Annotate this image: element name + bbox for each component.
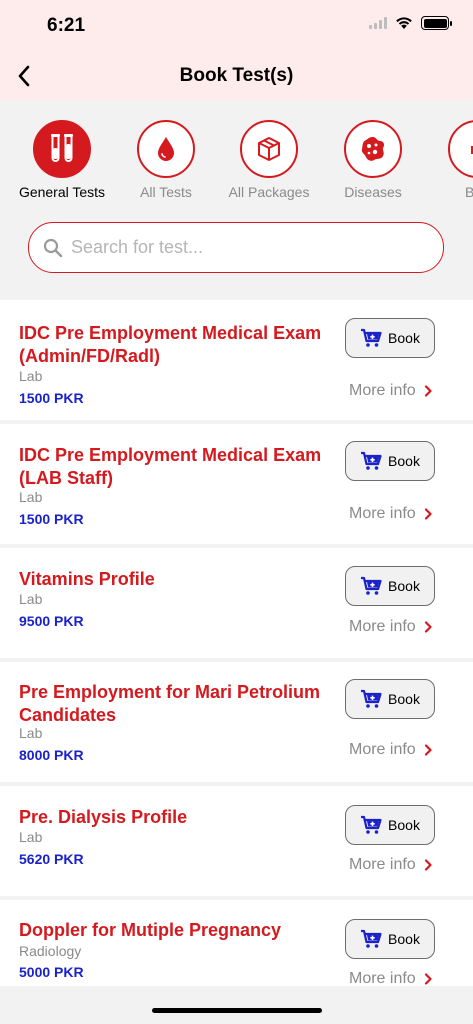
more-info-label: More info	[349, 741, 416, 758]
book-button[interactable]: Book	[345, 318, 435, 358]
chevron-right-icon	[424, 508, 432, 520]
test-card[interactable]: Pre Employment for Mari Petrolium Candid…	[0, 662, 473, 782]
category-icon-circle	[137, 120, 195, 178]
test-card[interactable]: Doppler for Mutiple Pregnancy Radiology …	[0, 900, 473, 986]
chevron-right-icon	[424, 859, 432, 871]
chevron-right-icon	[424, 385, 432, 397]
test-title: Vitamins Profile	[19, 569, 155, 589]
battery-icon	[421, 16, 452, 30]
more-info-link[interactable]: More info	[349, 382, 432, 400]
body-icon	[471, 146, 473, 154]
book-label: Book	[388, 817, 420, 833]
test-title: Pre Employment for Mari Petrolium Candid…	[19, 682, 321, 725]
cart-add-icon	[361, 929, 382, 948]
test-price: 5620 PKR	[19, 851, 84, 867]
wifi-icon	[396, 17, 412, 29]
book-button[interactable]: Book	[345, 441, 435, 481]
category-icon-circle	[240, 120, 298, 178]
test-card[interactable]: Vitamins Profile Lab 9500 PKR Book More …	[0, 548, 473, 658]
search-bar[interactable]	[28, 222, 444, 273]
category-diseases[interactable]: Diseases	[313, 120, 433, 200]
category-label: Diseases	[344, 184, 402, 200]
book-button[interactable]: Book	[345, 805, 435, 845]
test-price: 8000 PKR	[19, 747, 84, 763]
category-icon-circle	[448, 120, 473, 178]
blood-drop-icon	[158, 137, 174, 161]
test-title: Doppler for Mutiple Pregnancy	[19, 920, 282, 940]
book-button[interactable]: Book	[345, 679, 435, 719]
search-input[interactable]	[71, 237, 411, 258]
test-type: Lab	[19, 489, 43, 505]
package-box-icon	[258, 137, 280, 161]
test-title: IDC Pre Employment Medical Exam (Admin/F…	[19, 323, 322, 366]
book-button[interactable]: Book	[345, 919, 435, 959]
test-card[interactable]: IDC Pre Employment Medical Exam (Admin/F…	[0, 300, 473, 420]
status-icons	[369, 16, 452, 30]
more-info-label: More info	[349, 618, 416, 635]
page-title: Book Test(s)	[179, 65, 294, 86]
more-info-label: More info	[349, 970, 416, 986]
book-label: Book	[388, 453, 420, 469]
test-type: Lab	[19, 829, 43, 845]
more-info-label: More info	[349, 382, 416, 399]
category-label: General Tests	[18, 184, 106, 200]
category-label: All Packages	[228, 184, 310, 200]
test-type: Lab	[19, 725, 43, 741]
test-card[interactable]: Pre. Dialysis Profile Lab 5620 PKR Book …	[0, 786, 473, 896]
search-icon	[43, 238, 63, 257]
category-icon-circle	[344, 120, 402, 178]
category-general-tests[interactable]: General Tests	[2, 120, 122, 200]
cart-add-icon	[361, 328, 382, 347]
test-type: Lab	[19, 368, 43, 384]
book-label: Book	[388, 578, 420, 594]
book-label: Book	[388, 330, 420, 346]
more-info-label: More info	[349, 856, 416, 873]
category-label: All Tests	[140, 184, 192, 200]
home-indicator[interactable]	[152, 1008, 322, 1013]
test-card[interactable]: IDC Pre Employment Medical Exam (LAB Sta…	[0, 424, 473, 544]
more-info-label: More info	[349, 505, 416, 522]
test-price: 1500 PKR	[19, 511, 84, 527]
test-price: 9500 PKR	[19, 613, 84, 629]
more-info-link[interactable]: More info	[349, 970, 432, 986]
cart-add-icon	[361, 451, 382, 470]
more-info-link[interactable]: More info	[349, 856, 432, 874]
category-all-tests[interactable]: All Tests	[106, 120, 226, 200]
book-button[interactable]: Book	[345, 566, 435, 606]
home-indicator-area	[0, 986, 473, 1024]
test-type: Lab	[19, 591, 43, 607]
cart-add-icon	[361, 815, 382, 834]
chevron-right-icon	[424, 621, 432, 633]
chevron-right-icon	[424, 744, 432, 756]
test-type: Radiology	[19, 943, 82, 959]
cart-add-icon	[361, 689, 382, 708]
category-icon-circle	[33, 120, 91, 178]
status-time: 6:21	[47, 15, 86, 36]
category-section: General Tests All Tests All Packages Dis…	[0, 100, 473, 296]
more-info-link[interactable]: More info	[349, 618, 432, 636]
cellular-signal-icon	[369, 17, 387, 29]
test-title: Pre. Dialysis Profile	[19, 807, 188, 827]
cart-add-icon	[361, 576, 382, 595]
chevron-right-icon	[424, 973, 432, 985]
status-bar: 6:21	[0, 0, 473, 52]
book-label: Book	[388, 691, 420, 707]
test-price: 5000 PKR	[19, 964, 84, 980]
book-label: Book	[388, 931, 420, 947]
more-info-link[interactable]: More info	[349, 741, 432, 759]
category-body[interactable]: Boc	[417, 120, 473, 200]
test-price: 1500 PKR	[19, 390, 84, 406]
test-title: IDC Pre Employment Medical Exam (LAB Sta…	[19, 445, 322, 488]
nav-bar: Book Test(s)	[0, 52, 473, 100]
more-info-link[interactable]: More info	[349, 505, 432, 523]
virus-icon	[361, 137, 384, 161]
test-tubes-icon	[51, 134, 73, 162]
category-row: General Tests All Tests All Packages Dis…	[0, 120, 473, 210]
category-all-packages[interactable]: All Packages	[209, 120, 329, 200]
category-label: Boc	[464, 184, 473, 200]
test-list: IDC Pre Employment Medical Exam (Admin/F…	[0, 296, 473, 986]
